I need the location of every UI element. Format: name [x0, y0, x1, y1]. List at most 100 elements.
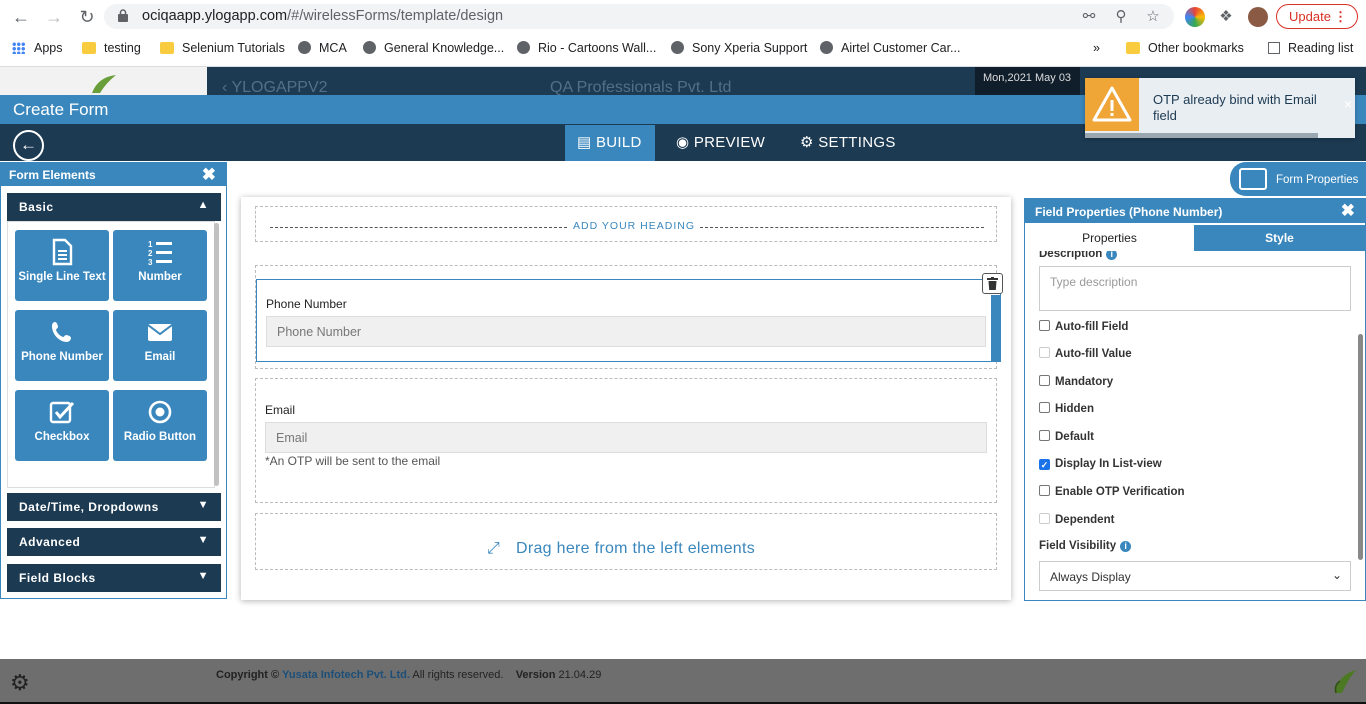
eye-icon: ◉	[676, 134, 690, 151]
panel-title: Form Elements	[9, 168, 96, 182]
checkbox-dependent[interactable]: Dependent	[1039, 513, 1114, 526]
element-radio-button[interactable]: Radio Button	[113, 390, 207, 461]
address-bar[interactable]: ociqaapp.ylogapp.com/#/wirelessForms/tem…	[104, 4, 1174, 29]
accordion-basic[interactable]: Basic ▲	[7, 193, 221, 221]
scrollbar[interactable]	[1358, 334, 1363, 560]
gear-icon[interactable]: ⚙	[10, 670, 30, 696]
field-properties-panel: Field Properties (Phone Number) ✖ Proper…	[1024, 198, 1366, 601]
update-button[interactable]: Update ⋮	[1276, 4, 1358, 29]
checkbox-label: Hidden	[1055, 403, 1094, 415]
company-link[interactable]: Yusata Infotech Pvt. Ltd.	[282, 669, 410, 681]
field-scrollbar[interactable]	[991, 295, 1001, 362]
bookmark-apps[interactable]: Apps	[12, 41, 63, 59]
bookmark-label: Apps	[34, 41, 63, 55]
info-icon: i	[1106, 251, 1118, 260]
bookmark-testing[interactable]: testing	[82, 41, 141, 59]
zoom-icon[interactable]: ⚲	[1112, 8, 1130, 26]
description-label: Description i	[1039, 251, 1118, 260]
checkbox-box[interactable]	[1039, 485, 1050, 496]
forward-arrow-icon[interactable]: →	[43, 6, 65, 28]
puzzle-icon[interactable]: ❖	[1216, 7, 1236, 27]
checkbox-auto-fill-field[interactable]: Auto-fill Field	[1039, 320, 1128, 333]
divider	[700, 227, 984, 228]
checkbox-display-in-list-view[interactable]: ✓ Display In List-view	[1039, 458, 1162, 470]
key-icon[interactable]: ⚯	[1080, 8, 1098, 26]
bookmark-label: MCA	[319, 41, 347, 55]
description-label-text: Description	[1039, 251, 1103, 260]
element-single-line-text[interactable]: Single Line Text	[15, 230, 109, 301]
bookmark-airtel[interactable]: Airtel Customer Car...	[820, 41, 960, 59]
checkbox-box[interactable]	[1039, 513, 1050, 524]
phone-number-field[interactable]: Phone Number Phone Number	[256, 279, 1001, 362]
form-heading[interactable]: ADD YOUR HEADING	[255, 206, 997, 242]
divider	[270, 227, 567, 228]
chevron-down-icon: ⌄	[1331, 568, 1342, 582]
drop-zone[interactable]: ⤢ Drag here from the left elements	[255, 513, 997, 570]
accordion-advanced[interactable]: Advanced ▼	[7, 528, 221, 556]
tab-build[interactable]: ▤ BUILD	[565, 125, 655, 161]
toast-close-button[interactable]: ×	[1344, 96, 1352, 112]
checkbox-default[interactable]: Default	[1039, 430, 1094, 443]
tile-label: Single Line Text	[18, 271, 106, 283]
checkbox-enable-otp[interactable]: Enable OTP Verification	[1039, 485, 1185, 498]
bookmark-other[interactable]: Other bookmarks	[1126, 41, 1244, 59]
back-arrow-icon[interactable]: ←	[10, 6, 32, 28]
reload-icon[interactable]: ↻	[76, 6, 98, 28]
star-icon[interactable]: ☆	[1144, 8, 1162, 26]
bookmark-label: Airtel Customer Car...	[841, 41, 961, 55]
globe-icon	[517, 41, 530, 54]
accordion-datetime[interactable]: Date/Time, Dropdowns ▼	[7, 493, 221, 521]
element-number[interactable]: 123 Number	[113, 230, 207, 301]
checkbox-box[interactable]	[1039, 430, 1050, 441]
bookmark-rio[interactable]: Rio - Cartoons Wall...	[517, 41, 656, 59]
phone-number-input[interactable]: Phone Number	[266, 316, 986, 347]
delete-field-button[interactable]	[982, 273, 1003, 294]
checkbox-box[interactable]	[1039, 402, 1050, 413]
tile-label: Phone Number	[21, 351, 103, 363]
reading-list-label: Reading list	[1288, 41, 1354, 55]
leaf-logo-icon	[1334, 670, 1356, 694]
bookmark-sony[interactable]: Sony Xperia Support	[671, 41, 807, 59]
checkbox-mandatory[interactable]: Mandatory	[1039, 375, 1113, 388]
bookmark-mca[interactable]: MCA	[298, 41, 347, 59]
email-input[interactable]: Email	[265, 422, 987, 453]
more-bookmarks-button[interactable]: »	[1093, 41, 1100, 59]
select-value: Always Display	[1050, 570, 1131, 584]
rights-text: All rights reserved.	[412, 669, 504, 681]
svg-text:1: 1	[148, 240, 153, 249]
bookmark-selenium[interactable]: Selenium Tutorials	[160, 41, 285, 59]
gear-icon: ⚙	[800, 134, 814, 151]
kebab-menu-icon: ⋮	[1334, 9, 1347, 24]
element-checkbox[interactable]: Checkbox	[15, 390, 109, 461]
radio-icon	[148, 400, 172, 424]
form-properties-button[interactable]: Form Properties	[1230, 162, 1366, 196]
element-email[interactable]: Email	[113, 310, 207, 381]
checkbox-box[interactable]	[1039, 347, 1050, 358]
checkbox-hidden[interactable]: Hidden	[1039, 402, 1094, 415]
tile-label: Email	[144, 351, 176, 363]
back-button[interactable]: ←	[13, 130, 44, 161]
description-input[interactable]: Type description	[1039, 266, 1351, 311]
checkbox-box[interactable]	[1039, 375, 1050, 386]
scrollbar[interactable]	[214, 223, 219, 486]
close-icon[interactable]: ✖	[1341, 201, 1355, 221]
app-name-text: YLOGAPPV2	[231, 79, 328, 96]
close-icon[interactable]: ✖	[202, 165, 216, 185]
tab-preview[interactable]: ◉ PREVIEW	[664, 125, 777, 161]
checkmark-icon[interactable]: ✓	[1039, 459, 1050, 470]
field-visibility-select[interactable]: Always Display ⌄	[1039, 561, 1351, 591]
tab-settings[interactable]: ⚙ SETTINGS	[788, 125, 908, 161]
reading-list-button[interactable]: Reading list	[1268, 41, 1353, 59]
warning-icon	[1085, 78, 1139, 131]
checkbox-auto-fill-value[interactable]: Auto-fill Value	[1039, 347, 1132, 360]
tab-properties[interactable]: Properties	[1025, 225, 1194, 251]
color-extension-icon[interactable]	[1185, 7, 1205, 27]
email-field[interactable]: Email Email *An OTP will be sent to the …	[255, 378, 997, 503]
avatar[interactable]	[1248, 7, 1268, 27]
toast-notification: OTP already bind with Email field ×	[1085, 78, 1355, 138]
element-phone-number[interactable]: Phone Number	[15, 310, 109, 381]
checkbox-box[interactable]	[1039, 320, 1050, 331]
tab-style[interactable]: Style	[1194, 225, 1365, 251]
bookmark-gk[interactable]: General Knowledge...	[363, 41, 504, 59]
accordion-field-blocks[interactable]: Field Blocks ▼	[7, 564, 221, 592]
